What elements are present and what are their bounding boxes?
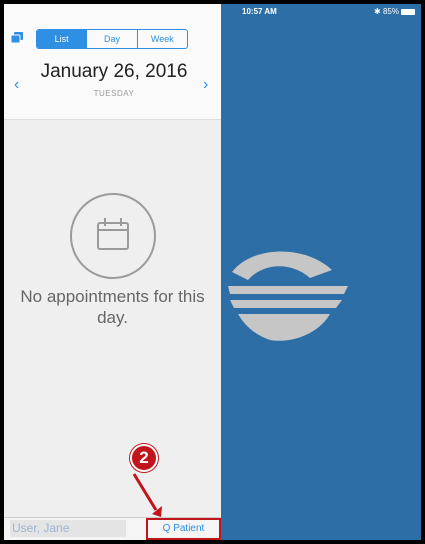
chevron-left-icon[interactable]: ‹ xyxy=(14,76,19,94)
current-date: January 26, 2016 xyxy=(40,61,188,82)
bluetooth-icon: ✱ xyxy=(374,7,381,16)
battery-status: ✱ 85% xyxy=(374,4,415,20)
app-logo xyxy=(228,251,348,341)
battery-icon xyxy=(401,8,415,15)
tab-list[interactable]: List xyxy=(37,30,87,48)
chevron-right-icon[interactable]: › xyxy=(203,76,208,94)
schedule-sidebar: List Day Week ‹ January 26, 2016 TUESDAY… xyxy=(4,4,221,540)
current-weekday: TUESDAY xyxy=(93,89,135,98)
patient-search-button[interactable]: Q Patient xyxy=(146,518,221,540)
empty-state-message: No appointments for this day. xyxy=(20,287,205,327)
tab-week[interactable]: Week xyxy=(136,30,187,48)
ipad-screen: iPad ≈ 10:57 AM ✱ 85% List Day Week ‹ Ja… xyxy=(4,4,421,540)
view-segmented-control: List Day Week xyxy=(36,29,188,49)
step-badge: 2 xyxy=(130,444,158,472)
annotation-arrow-icon xyxy=(132,473,162,517)
tab-day[interactable]: Day xyxy=(86,30,136,48)
calendar-icon xyxy=(97,218,129,250)
empty-state-circle xyxy=(70,193,156,279)
status-time: 10:57 AM xyxy=(242,7,277,16)
user-name[interactable]: User, Jane xyxy=(10,520,126,537)
calendar-stack-icon[interactable] xyxy=(11,32,23,43)
schedule-header: List Day Week ‹ January 26, 2016 TUESDAY… xyxy=(4,4,221,120)
